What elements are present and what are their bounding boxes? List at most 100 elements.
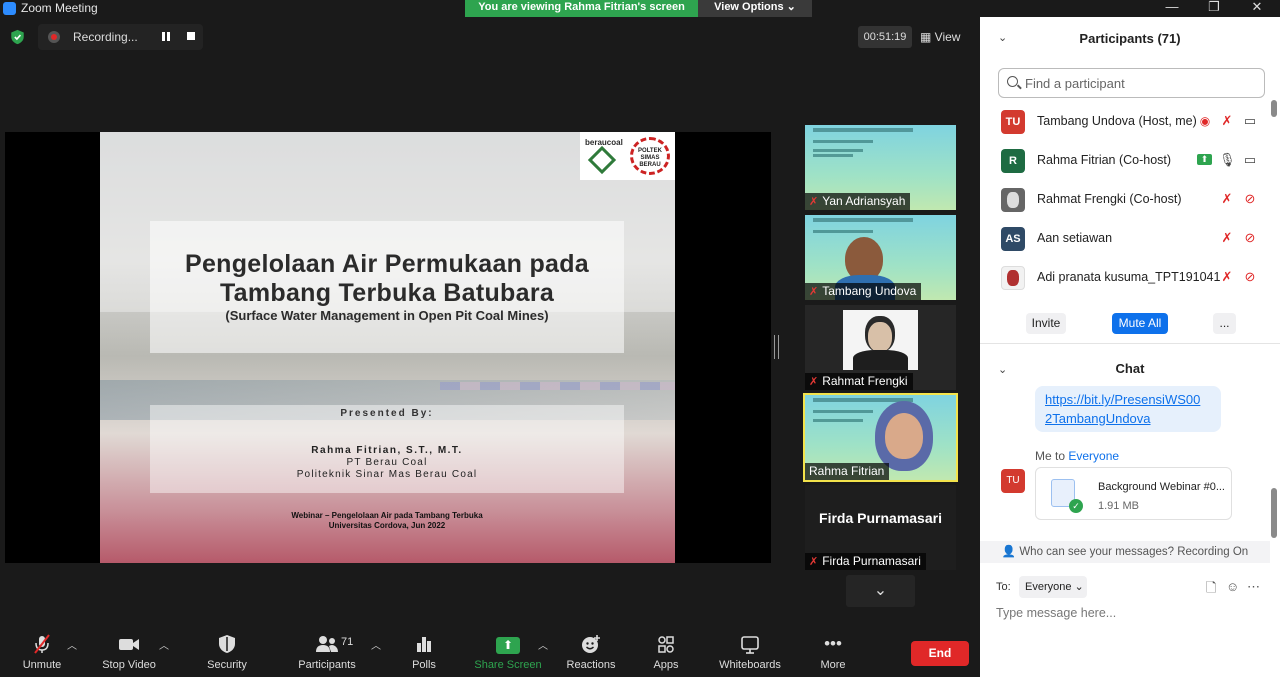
file-icon[interactable]: 🗋 [1206, 579, 1216, 601]
person-icon: 👤 [1001, 546, 1020, 558]
minimize-icon[interactable]: — [1152, 0, 1192, 17]
pause-recording-icon[interactable] [162, 32, 170, 41]
participant-search-input[interactable]: Find a participant [998, 68, 1265, 98]
video-off-icon[interactable]: ⊘ [1242, 231, 1258, 245]
participant-name: Aan setiawan [1037, 231, 1113, 245]
slide-title-line2: Tambang Terbuka Batubara [219, 279, 555, 307]
avatar: TU [1001, 110, 1025, 134]
apps-button[interactable]: Apps [645, 633, 687, 671]
participant-row[interactable]: R Rahma Fitrian (Co-host) ⬆ 🎙 ▭ [980, 142, 1270, 180]
more-dots-icon: ••• [824, 634, 842, 653]
video-off-icon[interactable]: ⊘ [1242, 192, 1258, 206]
slide-subtitle: (Surface Water Management in Open Pit Co… [225, 308, 549, 323]
video-on-icon[interactable]: ▭ [1242, 153, 1258, 167]
reactions-button[interactable]: Reactions [563, 633, 619, 671]
file-size: 1.91 MB [1098, 500, 1139, 512]
video-tile[interactable]: ✗ Tambang Undova [805, 215, 956, 300]
chevron-up-icon[interactable]: ︿ [538, 637, 548, 652]
tile-display-name: Firda Purnamasari [819, 510, 942, 526]
mic-muted-icon[interactable]: ✗ [1219, 114, 1235, 128]
participant-suit [853, 350, 908, 370]
chat-link-line2[interactable]: 2TambangUndova [1045, 409, 1211, 428]
video-off-icon[interactable]: ⊘ [1242, 270, 1258, 284]
mic-muted-icon[interactable]: ✗ [1219, 231, 1235, 245]
zoom-logo-icon [3, 2, 16, 15]
video-on-icon[interactable]: ▭ [1242, 114, 1258, 128]
video-tile[interactable]: ✗ Yan Adriansyah [805, 125, 956, 210]
mic-off-icon: ✗ [809, 556, 819, 568]
polls-label: Polls [412, 659, 436, 671]
view-layout-button[interactable]: ▦ View [920, 26, 972, 48]
whiteboards-button[interactable]: Whiteboards [714, 633, 786, 671]
tile-name: Yan Adriansyah [822, 194, 906, 208]
security-button[interactable]: Security [203, 633, 251, 671]
participant-row[interactable]: Rahmat Frengki (Co-host) ✗ ⊘ [980, 181, 1270, 219]
unmute-label: Unmute [22, 659, 62, 671]
mic-on-icon[interactable]: 🎙 [1219, 153, 1236, 167]
stop-video-button[interactable]: Stop Video [98, 633, 160, 671]
invite-button[interactable]: Invite [1026, 313, 1066, 334]
mic-muted-icon[interactable]: ✗ [1219, 192, 1235, 206]
shield-icon[interactable] [10, 29, 25, 45]
mic-muted-icon [18, 633, 66, 655]
share-screen-label: Share Screen [474, 659, 542, 671]
chat-file-attachment[interactable]: ✓ Background Webinar #0... 1.91 MB [1035, 467, 1232, 520]
chat-scrollbar[interactable] [1271, 488, 1277, 538]
whiteboards-label: Whiteboards [719, 659, 781, 671]
check-icon: ✓ [1069, 499, 1083, 513]
chat-recipient-dropdown[interactable]: Everyone ⌄ [1019, 576, 1087, 598]
mute-all-button[interactable]: Mute All [1112, 313, 1168, 334]
viewing-banner: You are viewing Rahma Fitrian's screen [465, 0, 698, 17]
participants-title: Participants (71) [1079, 31, 1181, 46]
video-tile[interactable]: ✗ Rahmat Frengki [805, 305, 956, 390]
poltek-simas-logo: POLTEK SIMAS BERAU [630, 137, 670, 175]
tile-name-tag: ✗ Rahmat Frengki [805, 373, 913, 390]
meeting-timer: 00:51:19 [858, 26, 912, 48]
video-tile-active-speaker[interactable]: Rahma Fitrian [803, 393, 958, 482]
side-panel: ⌄ Participants (71) Find a participant T… [980, 17, 1280, 677]
avatar: R [1001, 149, 1025, 173]
participant-row[interactable]: TU Tambang Undova (Host, me) ◉ ✗ ▭ [980, 103, 1270, 141]
end-meeting-button[interactable]: End [911, 641, 969, 666]
scroll-down-button[interactable]: ⌄ [846, 575, 915, 607]
tile-name: Rahmat Frengki [822, 374, 908, 388]
slide-presented-by: Presented By: [340, 408, 434, 419]
share-screen-button[interactable]: ⬆ Share Screen [472, 633, 544, 671]
participants-scrollbar[interactable] [1271, 100, 1277, 117]
security-label: Security [207, 659, 247, 671]
share-screen-icon: ⬆ [472, 633, 544, 655]
message-visibility-info[interactable]: 👤 Who can see your messages? Recording O… [980, 541, 1270, 563]
participant-face [885, 413, 923, 459]
thumb-line [813, 419, 863, 422]
slide-title: Pengelolaan Air Permukaan pada Tambang T… [150, 250, 624, 308]
chat-recipient[interactable]: Everyone [1068, 449, 1119, 463]
video-tile[interactable]: Firda Purnamasari ✗ Firda Purnamasari [805, 485, 956, 570]
more-dots-icon[interactable]: ⋯ [1247, 579, 1260, 595]
participant-face [868, 322, 892, 352]
chevron-up-icon[interactable]: ︿ [67, 637, 77, 652]
close-icon[interactable]: ✕ [1237, 0, 1277, 17]
mic-off-icon: ✗ [809, 196, 819, 208]
chevron-up-icon[interactable]: ︿ [371, 637, 381, 652]
maximize-icon[interactable]: ❐ [1194, 0, 1234, 17]
stop-recording-icon[interactable] [187, 32, 195, 40]
mic-muted-icon[interactable]: ✗ [1219, 270, 1235, 284]
chat-message-input[interactable]: Type message here... [996, 606, 1116, 620]
chat-link-message[interactable]: https://bit.ly/PresensiWS00 2TambangUndo… [1035, 386, 1221, 432]
participant-row[interactable]: AS Aan setiawan ✗ ⊘ [980, 220, 1270, 258]
participants-more-button[interactable]: ... [1213, 313, 1236, 334]
polls-button[interactable]: Polls [402, 633, 446, 671]
recording-dot-icon [48, 31, 60, 43]
panel-splitter-handle[interactable] [774, 335, 779, 359]
avatar: AS [1001, 227, 1025, 251]
search-placeholder: Find a participant [1025, 76, 1125, 91]
tile-name: Firda Purnamasari [822, 554, 921, 568]
slide-presenter-org2: Politeknik Sinar Mas Berau Coal [296, 469, 478, 480]
view-options-button[interactable]: View Options ⌄ [698, 0, 812, 17]
chat-link-line1[interactable]: https://bit.ly/PresensiWS00 [1045, 390, 1211, 409]
unmute-button[interactable]: Unmute [18, 633, 66, 671]
chevron-up-icon[interactable]: ︿ [159, 637, 169, 652]
emoji-icon[interactable]: ☺ [1226, 579, 1239, 594]
more-button[interactable]: ••• More [813, 633, 853, 671]
participant-row[interactable]: Adi pranata kusuma_TPT191041 ✗ ⊘ [980, 259, 1270, 297]
